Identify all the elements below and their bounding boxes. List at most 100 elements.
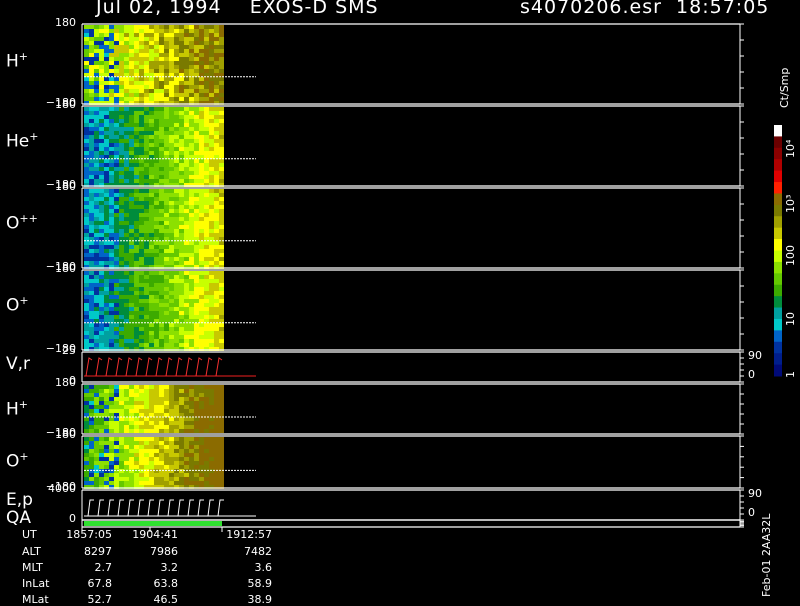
heatmap-cell [184,323,189,327]
heatmap-cell [109,65,114,69]
heatmap-cell [159,461,164,465]
heatmap-cell [154,271,159,275]
heatmap-cell [139,139,144,143]
heatmap-cell [194,127,199,131]
heatmap-cell [94,89,99,93]
heatmap-cell [159,201,164,205]
heatmap-cell [174,89,179,93]
heatmap-cell [199,41,204,45]
heatmap-cell [189,97,194,101]
heatmap-cell [139,89,144,93]
heatmap-cell [189,107,194,111]
heatmap-cell [134,213,139,217]
heatmap-cell [129,233,134,237]
heatmap-cell [89,53,94,57]
heatmap-cell [149,295,154,299]
heatmap-cell [199,279,204,283]
ephemeris-label: InLat [22,577,50,590]
heatmap-cell [219,457,224,461]
heatmap-cell [199,245,204,249]
heatmap-cell [204,171,209,175]
heatmap-cell [84,457,89,461]
heatmap-cell [104,147,109,151]
heatmap-cell [109,107,114,111]
heatmap-cell [149,171,154,175]
heatmap-cell [199,429,204,433]
heatmap-cell [84,193,89,197]
heatmap-cell [104,61,109,65]
heatmap-cell [104,221,109,225]
heatmap-cell [144,175,149,179]
heatmap-cell [99,163,104,167]
heatmap-cell [134,147,139,151]
heatmap-cell [184,53,189,57]
heatmap-cell [109,197,114,201]
heatmap-cell [104,151,109,155]
heatmap-cell [179,171,184,175]
heatmap-cell [194,457,199,461]
heatmap-cell [184,303,189,307]
heatmap-cell [134,25,139,29]
heatmap-cell [209,37,214,41]
heatmap-cell [109,275,114,279]
heatmap-cell [144,77,149,81]
heatmap-cell [149,139,154,143]
heatmap-cell [104,327,109,331]
heatmap-cell [134,171,139,175]
heatmap-cell [219,421,224,425]
heatmap-cell [119,61,124,65]
heatmap-cell [124,217,129,221]
heatmap-cell [209,167,214,171]
heatmap-cell [109,25,114,29]
heatmap-cell [134,229,139,233]
ep-trace [196,499,204,517]
heatmap-cell [164,131,169,135]
heatmap-cell [109,77,114,81]
heatmap-cell [199,299,204,303]
heatmap-cell [179,283,184,287]
heatmap-cell [149,69,154,73]
heatmap-cell [219,163,224,167]
heatmap-cell [149,217,154,221]
heatmap-cell [114,241,119,245]
vr-trace [105,357,113,377]
heatmap-cell [99,441,104,445]
heatmap-cell [209,385,214,389]
heatmap-cell [179,271,184,275]
heatmap-cell [144,283,149,287]
heatmap-cell [219,97,224,101]
heatmap-cell [194,343,199,347]
heatmap-cell [134,457,139,461]
heatmap-cell [199,481,204,485]
heatmap-cell [104,441,109,445]
heatmap-cell [149,413,154,417]
heatmap-cell [129,279,134,283]
heatmap-cell [179,437,184,441]
heatmap-cell [134,253,139,257]
heatmap-cell [139,159,144,163]
heatmap-cell [149,93,154,97]
heatmap-cell [174,163,179,167]
heatmap-cell [144,53,149,57]
heatmap-cell [144,311,149,315]
heatmap-cell [194,33,199,37]
heatmap-cell [204,201,209,205]
heatmap-cell [114,405,119,409]
heatmap-cell [124,323,129,327]
heatmap-cell [189,225,194,229]
heatmap-cell [159,295,164,299]
heatmap-cell [94,421,99,425]
heatmap-cell [129,441,134,445]
ephemeris-label: ALT [22,545,41,558]
heatmap-cell [109,291,114,295]
heatmap-cell [189,111,194,115]
heatmap-cell [139,401,144,405]
heatmap-cell [139,465,144,469]
heatmap-cell [184,295,189,299]
heatmap-cell [199,393,204,397]
heatmap-cell [149,429,154,433]
heatmap-cell [139,37,144,41]
colorbar-swatch [774,125,782,137]
heatmap-cell [89,29,94,33]
heatmap-cell [164,41,169,45]
